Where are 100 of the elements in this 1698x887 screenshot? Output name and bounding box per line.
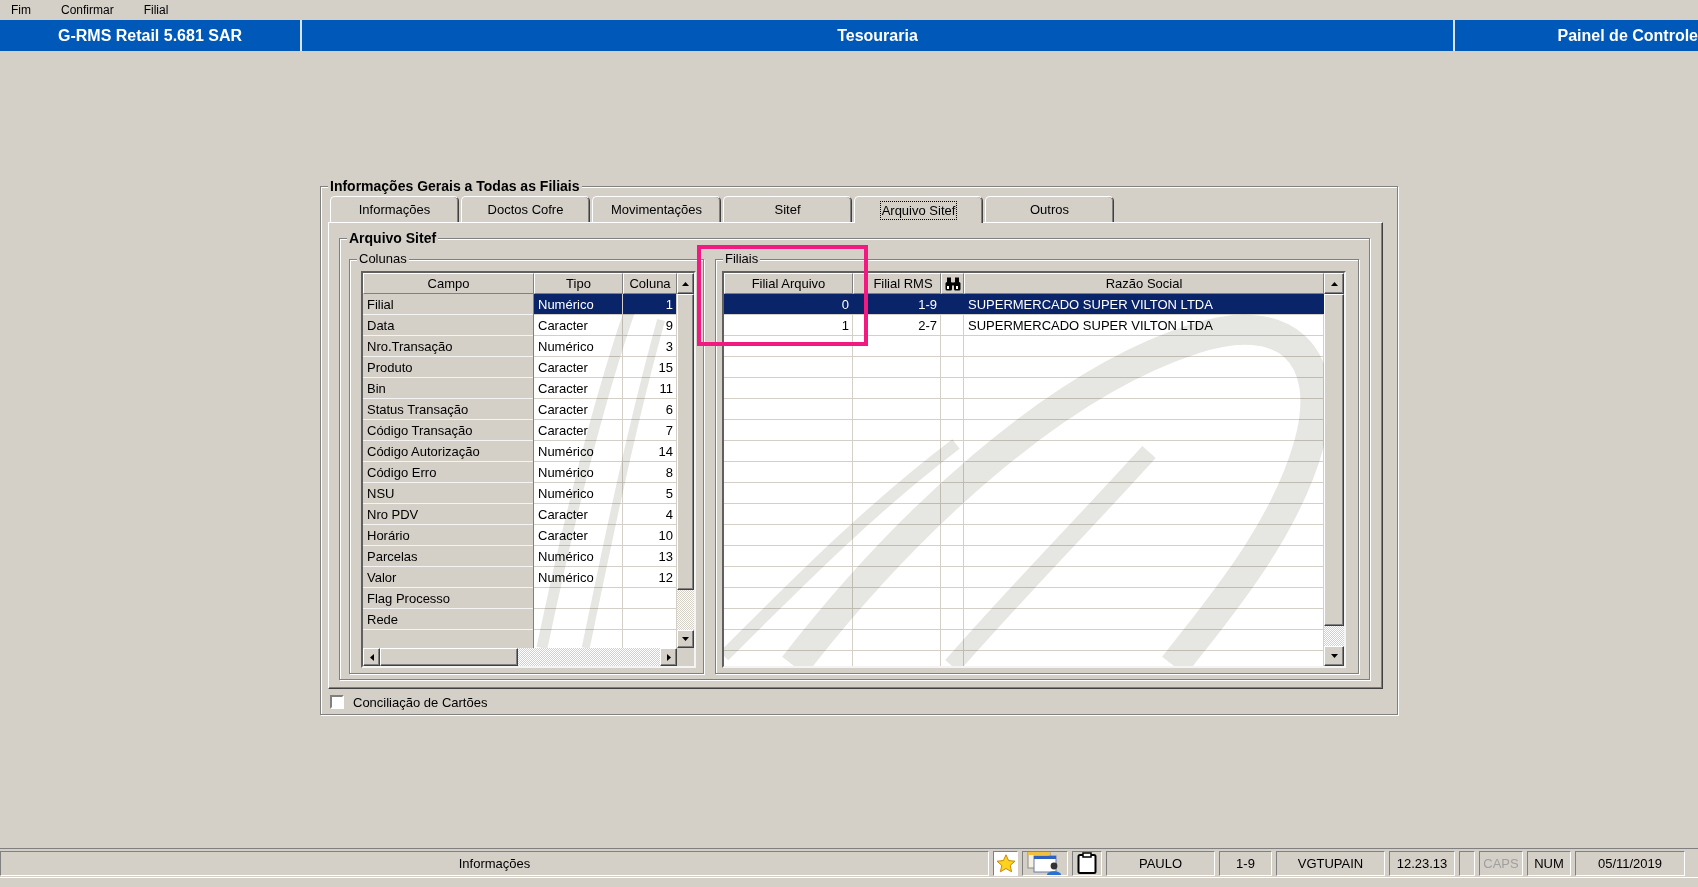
panel-title: Painel de Controle: [1557, 26, 1698, 45]
column-header: Filial RMS: [853, 273, 941, 294]
table-cell-text: Caracter: [537, 400, 589, 419]
status-pane: VGTUPAIN: [1276, 850, 1385, 876]
table-cell-text: 11: [658, 379, 674, 398]
table-row[interactable]: Código Transação Caracter 7: [363, 420, 677, 441]
table-row[interactable]: 1 2-7 SUPERMERCADO SUPER VILTON LTDA: [724, 315, 1324, 336]
table-cell-text: 9: [664, 316, 674, 335]
table-cell-text: 15: [657, 358, 674, 377]
table-cell-text: Código Transação: [366, 421, 474, 440]
left-arrow-icon: [369, 653, 374, 661]
clipboard-icon[interactable]: [1077, 852, 1097, 874]
down-arrow-icon: [682, 637, 689, 641]
status-pane: 12.23.13: [1389, 850, 1455, 876]
tab[interactable]: Doctos Cofre: [461, 196, 590, 222]
status-pane: Informações: [0, 850, 989, 876]
scroll-up-button[interactable]: [1324, 273, 1344, 294]
tab[interactable]: Outros: [985, 196, 1114, 222]
table-cell-text: 1-9: [917, 295, 938, 314]
table-row[interactable]: Código Autorização Numérico 14: [363, 441, 677, 462]
table-cell-text: Valor: [366, 568, 398, 587]
table-row[interactable]: Bin Caracter 11: [363, 378, 677, 399]
table-cell-text: Numérico: [537, 463, 595, 482]
tab[interactable]: Sitef: [723, 196, 852, 222]
table-cell-text: Nro.Transação: [366, 337, 454, 356]
menu-item[interactable]: Filial: [143, 3, 169, 17]
table-cell-text: Numérico: [537, 484, 595, 503]
table-row[interactable]: Rede: [363, 609, 677, 630]
table-row[interactable]: Código Erro Numérico 8: [363, 462, 677, 483]
right-arrow-icon: [666, 653, 671, 661]
menu-item[interactable]: Fim: [11, 3, 31, 17]
table-row[interactable]: Nro.Transação Numérico 3: [363, 336, 677, 357]
table-cell-text: 5: [664, 484, 674, 503]
table-row[interactable]: Valor Numérico 12: [363, 567, 677, 588]
table-cell-text: 1: [840, 316, 850, 335]
scrollbar-thumb[interactable]: [677, 294, 694, 590]
tab[interactable]: Informações: [330, 196, 459, 222]
table-cell-text: Caracter: [537, 421, 589, 440]
down-arrow-icon: [1330, 654, 1338, 658]
table-cell-text: Numérico: [537, 547, 595, 566]
scroll-down-button[interactable]: [677, 630, 694, 648]
table-row[interactable]: Parcelas Numérico 13: [363, 546, 677, 567]
module-title: Tesouraria: [837, 26, 918, 45]
keyboard-indicator: NUM: [1527, 850, 1571, 876]
group-title: Informações Gerais a Todas as Filiais: [328, 178, 582, 194]
scroll-left-button[interactable]: [363, 648, 380, 666]
table-cell-text: 10: [657, 526, 674, 545]
table-cell-text: 2-7: [917, 316, 938, 335]
group-title: Arquivo Sitef: [347, 230, 439, 246]
checkbox-label: Conciliação de Cartões: [353, 694, 488, 710]
table-cell-text: Numérico: [537, 568, 595, 587]
column-header: Razão Social: [964, 273, 1324, 294]
table-cell-text: Data: [366, 316, 396, 335]
table-row[interactable]: Horário Caracter 10: [363, 525, 677, 546]
status-pane: PAULO: [1106, 850, 1215, 876]
table-cell-text: Nro PDV: [366, 505, 420, 524]
table-cell-text: Bin: [366, 379, 387, 398]
table-row[interactable]: Produto Caracter 15: [363, 357, 677, 378]
table-cell-text: Caracter: [537, 316, 589, 335]
table-row[interactable]: Nro PDV Caracter 4: [363, 504, 677, 525]
tab[interactable]: Movimentações: [592, 196, 721, 222]
table-cell-text: 8: [664, 463, 674, 482]
windows-user-icon[interactable]: [1027, 851, 1063, 875]
table-cell-text: SUPERMERCADO SUPER VILTON LTDA: [967, 295, 1214, 314]
status-pane: 05/11/2019: [1575, 850, 1685, 876]
table-cell-text: Caracter: [537, 505, 589, 524]
up-arrow-icon: [1330, 281, 1338, 286]
status-pane: 1-9: [1219, 850, 1272, 876]
table-cell-text: 0: [840, 295, 850, 314]
table-cell-text: 1: [664, 295, 674, 314]
column-header: Campo: [363, 273, 534, 294]
star-icon[interactable]: [995, 853, 1016, 873]
column-header: Filial Arquivo: [724, 273, 853, 294]
table-row[interactable]: Data Caracter 9: [363, 315, 677, 336]
table-row[interactable]: 0 1-9 SUPERMERCADO SUPER VILTON LTDA: [724, 294, 1324, 315]
scroll-down-button[interactable]: [1324, 646, 1344, 666]
scrollbar-thumb[interactable]: [1324, 294, 1344, 626]
table-cell-text: Caracter: [537, 379, 589, 398]
table-cell-text: Produto: [366, 358, 414, 377]
table-cell-text: Caracter: [537, 526, 589, 545]
table-row[interactable]: Status Transação Caracter 6: [363, 399, 677, 420]
table-cell-text: 6: [664, 400, 674, 419]
table-cell-text: Numérico: [537, 442, 595, 461]
table-cell-text: 4: [664, 505, 674, 524]
tab[interactable]: Arquivo Sitef: [854, 196, 983, 223]
table-row[interactable]: NSU Numérico 5: [363, 483, 677, 504]
table-cell-text: Numérico: [537, 337, 595, 356]
scrollbar-thumb[interactable]: [380, 648, 518, 666]
app-title: G-RMS Retail 5.681 SAR: [57, 26, 243, 45]
table-cell-text: Código Erro: [366, 463, 438, 482]
checkbox[interactable]: [330, 695, 344, 709]
table-cell-text: 3: [664, 337, 674, 356]
scroll-right-button[interactable]: [660, 648, 677, 666]
scroll-up-button[interactable]: [677, 273, 694, 294]
menu-item[interactable]: Confirmar: [61, 3, 114, 17]
table-cell-text: Código Autorização: [366, 442, 481, 461]
table-cell-text: Flag Processo: [366, 589, 452, 608]
table-cell-text: 12: [657, 568, 674, 587]
table-row[interactable]: Flag Processo: [363, 588, 677, 609]
table-cell-text: SUPERMERCADO SUPER VILTON LTDA: [967, 316, 1214, 335]
